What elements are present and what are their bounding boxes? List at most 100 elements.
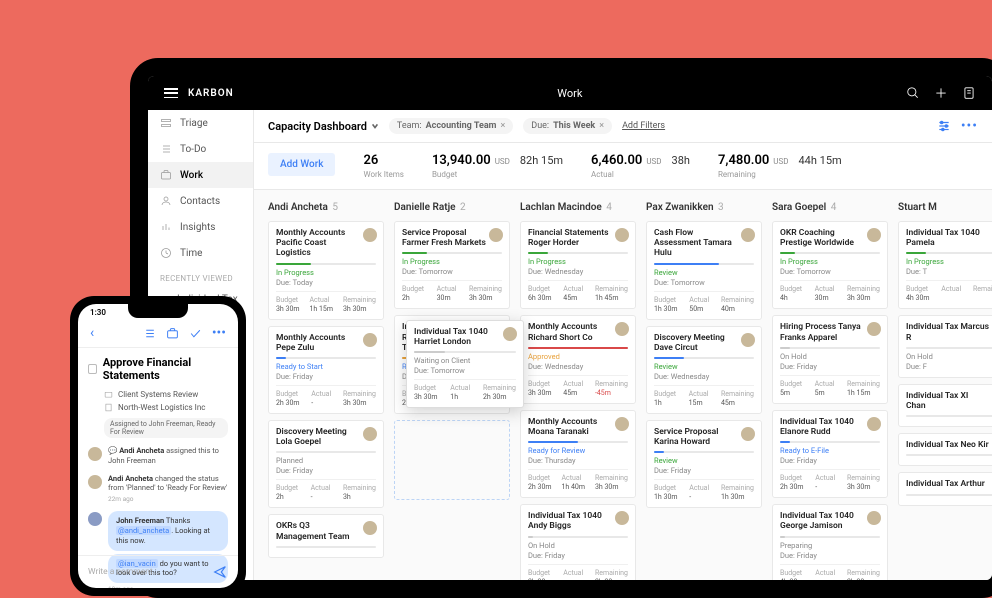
sidebar-item-insights[interactable]: Insights	[148, 214, 253, 240]
progress-bar	[906, 494, 992, 496]
progress-bar	[780, 536, 880, 538]
card-metrics: Budget2h 30m Actual1h 40m Remaining3h 30…	[528, 469, 628, 491]
folder-icon	[104, 390, 113, 399]
stat-actual: 6,460.00USD38hActual	[591, 153, 690, 179]
card-due: Due: Friday	[654, 466, 754, 475]
close-icon[interactable]: ×	[599, 121, 604, 131]
building-icon	[104, 403, 113, 412]
work-card[interactable]: Service Proposal Farmer Fresh Markets In…	[394, 221, 510, 309]
work-card[interactable]: Monthly Accounts Pacific Coast Logistics…	[268, 221, 384, 320]
sidebar-item-triage[interactable]: Triage	[148, 110, 253, 136]
card-title: Individual Tax XI Chan	[906, 391, 992, 411]
drop-zone[interactable]	[394, 420, 510, 500]
activity-row: Andi Ancheta changed the status from 'Pl…	[88, 470, 228, 508]
filter-due[interactable]: Due: This Week×	[523, 118, 612, 134]
phone-screen: 1:30 ‹ ••• Approve Financial Statements …	[78, 304, 238, 588]
board-column: Stuart M Individual Tax 1040 Pamela In P…	[898, 200, 992, 570]
work-card[interactable]: Individual Tax 1040 Pamela In Progress D…	[898, 221, 992, 309]
work-card[interactable]: Monthly Accounts Moana Taranaki Ready fo…	[520, 410, 636, 498]
avatar	[88, 447, 102, 461]
card-status: Review	[654, 456, 754, 465]
close-icon[interactable]: ×	[500, 121, 505, 131]
dragging-card[interactable]: Individual Tax 1040 Harriet London Waiti…	[406, 320, 524, 408]
work-card[interactable]: Service Proposal Karina Howard Review Du…	[646, 420, 762, 508]
progress-bar	[654, 451, 754, 453]
task-title: Approve Financial Statements	[88, 356, 228, 382]
work-card[interactable]: Individual Tax Neo Kir	[898, 433, 992, 466]
card-due: Due: Wednesday	[528, 267, 628, 276]
dashboard-title[interactable]: Capacity Dashboard	[268, 120, 379, 133]
briefcase-icon[interactable]	[166, 327, 179, 340]
work-card[interactable]: Hiring Process Tanya Franks Apparel On H…	[772, 315, 888, 403]
progress-bar	[528, 441, 628, 443]
checkbox[interactable]	[88, 364, 97, 374]
more-icon[interactable]: •••	[212, 325, 226, 341]
filter-team[interactable]: Team: Accounting Team×	[389, 118, 513, 134]
avatar	[88, 512, 102, 526]
work-card[interactable]: Individual Tax XI Chan	[898, 384, 992, 427]
sidebar-item-todo[interactable]: To-Do	[148, 136, 253, 162]
add-filters-link[interactable]: Add Filters	[622, 121, 665, 131]
card-status: In Progress	[906, 257, 992, 266]
card-due: Due: T	[906, 267, 992, 276]
work-card[interactable]: OKRs Q3 Management Team	[268, 514, 384, 557]
comment-input[interactable]: Write a comment...	[78, 555, 238, 588]
phone-content: Approve Financial Statements Client Syst…	[78, 348, 238, 588]
stat-budget: 13,940.00USD82h 15mBudget	[432, 153, 563, 179]
card-metrics: Budget1h 30m Actual- Remaining1h 30m	[654, 479, 754, 501]
card-due: Due: Tomorrow	[654, 278, 754, 287]
work-card[interactable]: Financial Statements Roger Horder In Pro…	[520, 221, 636, 309]
client-row[interactable]: North-West Logistics Inc	[88, 401, 228, 414]
notes-icon[interactable]	[962, 86, 976, 100]
list-icon[interactable]	[143, 327, 156, 340]
work-card[interactable]: OKR Coaching Prestige Worldwide In Progr…	[772, 221, 888, 309]
card-due: Due: Friday	[780, 362, 880, 371]
back-icon[interactable]: ‹	[90, 325, 94, 341]
card-metrics: Budget1h 30m Actual50m Remaining40m	[654, 291, 754, 313]
phone-notch	[128, 304, 188, 318]
sidebar-item-contacts[interactable]: Contacts	[148, 188, 253, 214]
sidebar-item-work[interactable]: Work	[148, 162, 253, 188]
card-metrics: Budget2h 30m Actual- Remaining3h 30m	[276, 385, 376, 407]
add-work-button[interactable]: Add Work	[268, 153, 335, 176]
phone-frame: 1:30 ‹ ••• Approve Financial Statements …	[70, 296, 246, 596]
sidebar-label: Insights	[180, 222, 215, 233]
work-card[interactable]: Monthly Accounts Richard Short Co Approv…	[520, 315, 636, 403]
work-card[interactable]: Individual Tax 1040 George Jamison Prepa…	[772, 504, 888, 580]
client-row[interactable]: Client Systems Review	[88, 388, 228, 401]
hamburger-icon[interactable]	[164, 88, 178, 98]
board-column: Andi Ancheta 5 Monthly Accounts Pacific …	[268, 200, 384, 570]
more-menu-icon[interactable]: •••	[961, 118, 978, 134]
card-title: Service Proposal Karina Howard	[654, 427, 754, 447]
card-status: Approved	[528, 352, 628, 361]
card-status: Preparing	[780, 541, 880, 550]
work-card[interactable]: Individual Tax 1040 Andy Biggs On Hold D…	[520, 504, 636, 580]
work-card[interactable]: Discovery Meeting Dave Circut Review Due…	[646, 326, 762, 414]
work-card[interactable]: Individual Tax Arthur	[898, 472, 992, 505]
avatar	[741, 427, 755, 441]
progress-bar	[654, 357, 754, 359]
plus-icon[interactable]	[934, 86, 948, 100]
card-due: Due: Wednesday	[528, 362, 628, 371]
check-icon[interactable]	[189, 327, 202, 340]
filter-sliders-icon[interactable]	[937, 119, 951, 133]
card-metrics: Budget5m Actual5m Remaining1h 15m	[780, 375, 880, 397]
sidebar-item-time[interactable]: Time	[148, 240, 253, 266]
progress-bar	[906, 454, 992, 456]
progress-bar	[906, 347, 992, 349]
card-metrics: Budget2h Actual- Remaining3h	[276, 479, 376, 501]
work-card[interactable]: Cash Flow Assessment Tamara Hulu Review …	[646, 221, 762, 320]
card-status: In Progress	[780, 257, 880, 266]
card-title: Individual Tax Marcus R	[906, 322, 992, 342]
search-icon[interactable]	[906, 86, 920, 100]
work-card[interactable]: Individual Tax Marcus R On Hold Due: F	[898, 315, 992, 377]
work-card[interactable]: Monthly Accounts Pepe Zulu Ready to Star…	[268, 326, 384, 414]
column-header: Lachlan Macindoe 4	[520, 200, 636, 215]
card-status: On Hold	[780, 352, 880, 361]
column-header: Stuart M	[898, 200, 992, 215]
work-card[interactable]: Discovery Meeting Lola Goepel Planned Du…	[268, 420, 384, 508]
work-card[interactable]: Individual Tax 1040 Elanore Rudd Ready t…	[772, 410, 888, 498]
card-due: Due: Wednesday	[654, 372, 754, 381]
card-due: Due: Tomorrow	[780, 267, 880, 276]
card-title: Individual Tax 1040 George Jamison	[780, 511, 880, 531]
